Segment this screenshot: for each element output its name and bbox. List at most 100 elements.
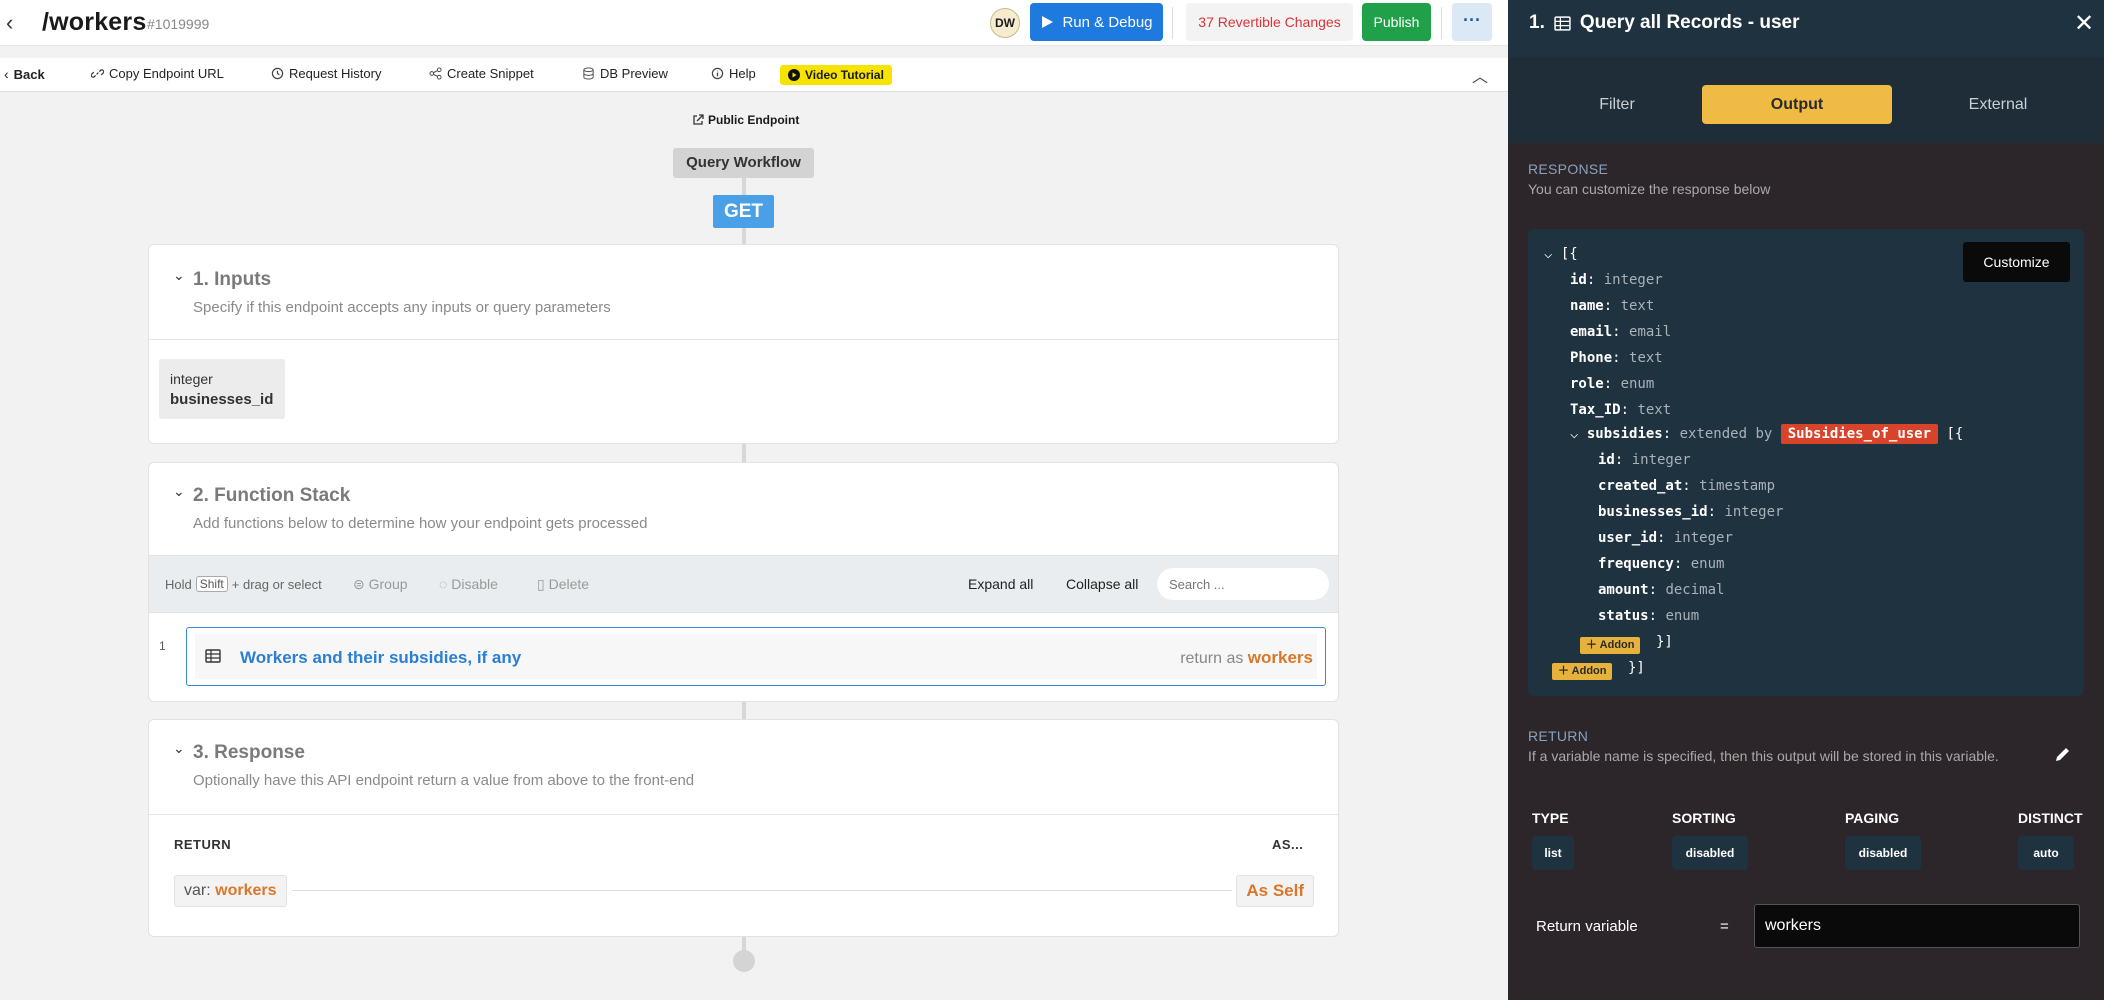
collapse-all-button[interactable]: Collapse all <box>1066 576 1138 592</box>
add-addon-button[interactable]: ＋ Addon <box>1552 663 1613 680</box>
nested-field[interactable]: ⌵ subsidies: extended by Subsidies_of_us… <box>1570 424 1964 444</box>
response-title[interactable]: 3. Response <box>193 742 305 764</box>
field-key: id <box>1570 272 1587 288</box>
nested-open: [{ <box>1946 426 1964 442</box>
field-type: integer <box>1603 272 1663 288</box>
help-label: Help <box>729 66 756 81</box>
addon-label: Addon <box>1599 639 1635 651</box>
back-link[interactable]: ‹ Back <box>4 66 45 82</box>
schema-field[interactable]: email: email <box>1570 324 1671 340</box>
input-item[interactable]: integer businesses_id <box>159 359 285 419</box>
type-pill[interactable]: list <box>1532 836 1574 870</box>
create-snippet-button[interactable]: Create Snippet <box>429 66 534 81</box>
as-self-pill[interactable]: As Self <box>1236 875 1314 907</box>
nested-schema-field[interactable]: created_at: timestamp <box>1598 478 1775 494</box>
copy-endpoint-url-label: Copy Endpoint URL <box>109 66 224 81</box>
schema-field[interactable]: name: text <box>1570 298 1654 314</box>
table-icon <box>1554 15 1571 31</box>
function-return: return as workers <box>1180 648 1313 668</box>
delete-label: Delete <box>548 576 590 592</box>
function-stack-toolbar: Hold Shift + drag or select ⊜ Group ◌ Di… <box>149 555 1338 613</box>
help-button[interactable]: Help <box>711 66 756 81</box>
field-type: text <box>1629 350 1663 366</box>
field-type: timestamp <box>1699 478 1776 494</box>
distinct-pill[interactable]: auto <box>2018 836 2074 870</box>
sorting-pill[interactable]: disabled <box>1672 836 1748 870</box>
disable-label: Disable <box>451 576 498 592</box>
function-stack-title[interactable]: 2. Function Stack <box>193 485 350 507</box>
chevron-down-icon[interactable]: ⌄ <box>173 740 185 757</box>
function-row[interactable]: Workers and their subsidies, if any retu… <box>186 627 1326 686</box>
nested-schema-field[interactable]: frequency: enum <box>1598 556 1724 572</box>
field-type: decimal <box>1665 582 1725 598</box>
back-chevron-icon: ‹ <box>4 66 9 82</box>
function-search-input[interactable] <box>1157 568 1329 600</box>
chevron-down-icon[interactable]: ⌄ <box>173 267 185 284</box>
schema-root[interactable]: ⌵ [{ <box>1544 246 1578 262</box>
chevron-down-icon: ⌵ <box>1544 246 1553 262</box>
tab-output[interactable]: Output <box>1702 85 1892 124</box>
divider <box>149 814 1338 815</box>
nested-table-badge[interactable]: Subsidies_of_user <box>1780 424 1939 444</box>
request-history-label: Request History <box>289 66 382 81</box>
back-label: Back <box>13 66 45 82</box>
publish-button[interactable]: Publish <box>1362 3 1431 41</box>
pencil-icon[interactable] <box>2053 744 2073 764</box>
field-key: frequency <box>1598 556 1674 572</box>
field-type: text <box>1620 298 1655 314</box>
schema-field[interactable]: role: enum <box>1570 376 1654 392</box>
return-variable-input[interactable] <box>1754 904 2080 948</box>
field-type: integer <box>1631 452 1691 468</box>
tab-external[interactable]: External <box>1900 85 2096 124</box>
flow-connector <box>742 444 746 464</box>
nested-schema-field[interactable]: id: integer <box>1598 452 1691 468</box>
nested-schema-field[interactable]: user_id: integer <box>1598 530 1733 546</box>
return-variable-pill[interactable]: var: workers <box>174 875 287 907</box>
paging-pill[interactable]: disabled <box>1845 836 1921 870</box>
nested-schema-field[interactable]: businesses_id: integer <box>1598 504 1783 520</box>
chevron-down-icon: ⌵ <box>1570 426 1579 442</box>
more-options-button[interactable]: ··· <box>1452 3 1492 41</box>
response-card: ⌄ 3. Response Optionally have this API e… <box>148 719 1339 937</box>
page-title: /workers <box>42 8 147 36</box>
table-icon <box>205 649 221 663</box>
video-tutorial-button[interactable]: Video Tutorial <box>780 65 892 85</box>
disable-button[interactable]: ◌ Disable <box>439 576 498 592</box>
inputs-title[interactable]: 1. Inputs <box>193 269 271 291</box>
chevron-down-icon[interactable]: ⌄ <box>173 483 185 500</box>
add-addon-button[interactable]: ＋ Addon <box>1580 637 1641 654</box>
shift-key: Shift <box>195 576 228 592</box>
nested-close: }] <box>1656 634 1673 650</box>
revertible-changes-button[interactable]: 37 Revertible Changes <box>1186 3 1353 41</box>
back-chevron-icon[interactable]: ‹ <box>6 12 13 34</box>
return-heading: RETURN <box>1528 728 1589 744</box>
tab-filter[interactable]: Filter <box>1548 85 1686 124</box>
customize-button[interactable]: Customize <box>1963 242 2070 282</box>
editor-area: ‹ /workers #1019999 DW Run & Debug 37 Re… <box>0 0 1508 1000</box>
chevron-up-icon[interactable]: ︿ <box>1472 63 1488 87</box>
nested-schema-field[interactable]: amount: decimal <box>1598 582 1724 598</box>
paging-label: PAGING <box>1845 810 1900 826</box>
expand-all-button[interactable]: Expand all <box>968 576 1033 592</box>
field-key: id <box>1598 452 1615 468</box>
panel-title-number: 1. <box>1529 12 1545 33</box>
database-icon <box>583 67 594 80</box>
db-preview-button[interactable]: DB Preview <box>582 66 668 81</box>
request-history-button[interactable]: Request History <box>271 66 381 81</box>
inputs-subtitle: Specify if this endpoint accepts any inp… <box>193 299 611 316</box>
return-as-label: return as <box>1180 650 1244 667</box>
copy-endpoint-url-button[interactable]: Copy Endpoint URL <box>91 66 224 81</box>
field-key: name <box>1570 298 1604 314</box>
divider <box>292 890 1232 891</box>
nested-schema-field[interactable]: status: enum <box>1598 608 1699 624</box>
schema-field[interactable]: Tax_ID: text <box>1570 402 1671 418</box>
schema-field[interactable]: id: integer <box>1570 272 1663 288</box>
play-circle-icon <box>788 69 800 81</box>
panel-title: 1. Query all Records - user <box>1529 12 1800 34</box>
group-button[interactable]: ⊜ Group <box>353 576 408 593</box>
delete-button[interactable]: ▯ Delete <box>537 576 589 593</box>
run-debug-button[interactable]: Run & Debug <box>1030 3 1163 41</box>
schema-field[interactable]: Phone: text <box>1570 350 1663 366</box>
avatar[interactable]: DW <box>990 8 1020 38</box>
close-icon[interactable]: ✕ <box>2074 12 2094 36</box>
